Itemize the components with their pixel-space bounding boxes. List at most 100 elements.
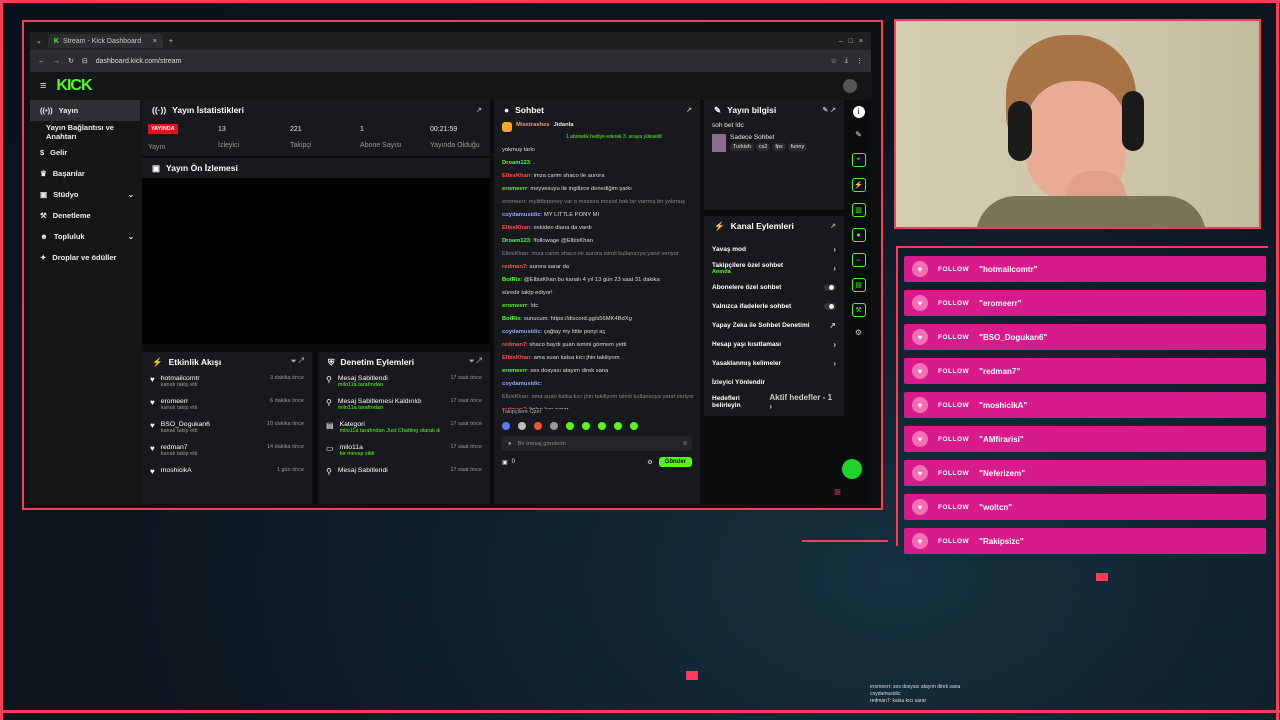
chat-username[interactable]: ElbisKhan (502, 355, 530, 361)
emote-icon[interactable] (518, 422, 526, 430)
chat-message[interactable]: ElbisKhan: eskiden diana da vardı (494, 222, 700, 235)
wrench-icon[interactable]: ⚒ (851, 303, 866, 317)
chat-username[interactable]: coydamusidic (502, 381, 541, 387)
list-item[interactable]: ▭ milo11a bir mesajı sildi 17 saat önce (318, 441, 490, 464)
window-close-icon[interactable]: × (859, 38, 863, 45)
emote-icon[interactable] (630, 422, 638, 430)
emote-icon[interactable] (598, 422, 606, 430)
chat-message[interactable]: eromeerr: !dc (494, 300, 700, 313)
close-icon[interactable]: × (153, 38, 157, 45)
list-item[interactable]: ▤ Kategori milo11a tarafından Just Chattin… (318, 418, 490, 441)
channel-action-row[interactable]: Hesap yaşı kısıtlaması › (704, 335, 844, 354)
list-item[interactable]: ♥ eromeerr kanalı takip etti 6 dakika önce (142, 395, 312, 418)
chat-message[interactable]: ElbisKhan: imza carim shaco ile aurora (494, 170, 700, 183)
avatar[interactable] (843, 79, 857, 93)
bookmark-star-icon[interactable]: ☆ (831, 57, 837, 65)
chat-message[interactable]: ElbisKhan: ama suan kalsa kıcı jhin taki… (494, 391, 700, 404)
chat-username[interactable]: eromeerr (502, 186, 527, 192)
toggle-switch[interactable] (824, 303, 836, 310)
sidebar-item-gelir[interactable]: $ Gelir (30, 142, 140, 163)
chat-message[interactable]: coydamusidic: MY LITTLE PONY MI (494, 209, 700, 222)
sidebar-item-stream-key[interactable]: Yayın Bağlantısı ve Anahtarı (30, 121, 140, 142)
kick-logo[interactable]: KICK (56, 77, 92, 95)
list-item[interactable]: ⚲ Mesaj Sabitlendi milo11a tarafından 17 sa… (318, 372, 490, 395)
sidebar-item-denetleme[interactable]: ⚒ Denetleme (30, 205, 140, 226)
minimize-icon[interactable]: – (839, 38, 843, 45)
back-icon[interactable]: ← (38, 58, 45, 65)
chat-message[interactable]: süredir takip ediyor! (494, 287, 700, 300)
settings-gear-icon[interactable]: ⚙ (846, 328, 871, 337)
channel-action-row[interactable]: İzleyici Yönlendir (704, 373, 844, 392)
chat-message[interactable]: redman7: aurora sarar da (494, 261, 700, 274)
emote-icon[interactable] (550, 422, 558, 430)
list-item[interactable]: ♥ hotmailcomtr kanalı takip etti 3 dakika ö… (142, 372, 312, 395)
channel-action-row[interactable]: Hedefleri belirleyin Aktif hedefler - 1 › (704, 392, 844, 411)
url-text[interactable]: dashboard.kick.com/stream (96, 58, 182, 65)
channel-action-row[interactable]: Yalnızca ifadelerle sohbet (704, 297, 844, 316)
emote-icon[interactable] (502, 422, 510, 430)
sidebar-item-studyo[interactable]: ▣ Stüdyo ⌄ (30, 184, 140, 205)
crosshair-icon[interactable]: ⌖ (851, 153, 866, 167)
channel-action-row[interactable]: Takipçilere özel sohbet Anında › (704, 259, 844, 278)
popout-icon[interactable]: ↗ (476, 106, 482, 114)
lightning-icon[interactable]: ⚡ (851, 178, 866, 192)
chat-username[interactable]: BotRix (502, 316, 521, 322)
filter-icon[interactable]: ⏷ ↗ (469, 358, 482, 366)
list-item[interactable]: ♥ BSO_Dogukan6 kanalı takip etti 10 dakika … (142, 418, 312, 441)
list-item[interactable]: ♥ moshicikA 1 gün önce (142, 464, 312, 487)
sidebar-item-basarilar[interactable]: ♛ Başarılar (30, 163, 140, 184)
chat-message[interactable]: eromeerr: meyvesuyu ile ingilizce denedi… (494, 183, 700, 196)
chevron-down-icon[interactable]: ⌄ (36, 37, 42, 45)
send-button[interactable]: Gönder (658, 457, 692, 467)
chat-username[interactable]: redman7 (502, 342, 526, 348)
chat-message[interactable]: redman7: shaco baydı şuan ismini görmem … (494, 339, 700, 352)
download-icon[interactable]: ⤓ (845, 57, 848, 65)
emote-icon[interactable] (614, 422, 622, 430)
sidebar-item-topluluk[interactable]: ☻ Topluluk ⌄ (30, 226, 140, 247)
chat-message[interactable]: BotRix: sunucum: https://discord.gg/s56M… (494, 313, 700, 326)
list-item[interactable]: ⚲ Mesaj Sabitlemesi Kaldırıldı milo11a tar… (318, 395, 490, 418)
chat-message[interactable]: eromeerr: ses dosyası atayım direk sana (494, 365, 700, 378)
browser-tab[interactable]: K Stream - Kick Dashboard × (47, 34, 163, 48)
hamburger-menu-icon[interactable]: ≡ (40, 80, 46, 92)
chat-username[interactable]: BotRix (502, 277, 521, 283)
new-tab-icon[interactable]: + (169, 38, 173, 45)
reload-icon[interactable]: ↻ (68, 57, 74, 65)
menu-dots-icon[interactable]: ⋮ (856, 57, 863, 65)
chat-message[interactable]: coydamusidic: çağtay my little ponyi aç (494, 326, 700, 339)
chat-message[interactable]: BotRix: @ElbisKhan bu kanalı 4 yıl 13 gü… (494, 274, 700, 287)
chat-username[interactable]: Droam123 (502, 160, 530, 166)
popout-icon[interactable]: ↗ (686, 106, 692, 114)
chat-username[interactable]: eromeerr (502, 303, 527, 309)
edit-icon[interactable]: ✎ ↗ (822, 106, 836, 114)
chat-username[interactable]: ElbisKhan (502, 225, 530, 231)
popout-icon[interactable]: ↗ (830, 222, 836, 230)
chat-username[interactable]: coydamusidic (502, 212, 541, 218)
channel-action-row[interactable]: Yavaş mod › (704, 240, 844, 259)
emote-icon[interactable] (534, 422, 542, 430)
chat-username[interactable]: redman7 (502, 264, 526, 270)
emote-icon[interactable] (566, 422, 574, 430)
maximize-icon[interactable]: □ (849, 38, 853, 45)
chat-message[interactable]: Droam123: . (494, 157, 700, 170)
forward-icon[interactable]: → (53, 58, 60, 65)
chat-bubble-icon[interactable]: ● (851, 228, 866, 242)
chat-message[interactable]: ElbisKhan: imza carim shaco ile aurora i… (494, 248, 700, 261)
emote-icon[interactable] (582, 422, 590, 430)
clipboard-icon[interactable]: ▤ (851, 278, 866, 292)
chat-message[interactable]: coydamusidic: (494, 378, 700, 391)
chat-username[interactable]: ElbisKhan (502, 173, 530, 179)
channel-action-row[interactable]: Yasaklanmış kelimeler › (704, 354, 844, 373)
filter-icon[interactable]: ⏷ ↗ (291, 358, 304, 366)
chat-username[interactable]: Droam123 (502, 238, 530, 244)
toggle-switch[interactable] (824, 284, 836, 291)
arrows-icon[interactable]: ⇔ (851, 253, 866, 267)
settings-gear-icon[interactable]: ⚙ (647, 459, 652, 466)
trash-icon[interactable]: ▥ (851, 203, 866, 217)
sidebar-item-droplar[interactable]: ✦ Droplar ve ödüller (30, 247, 140, 268)
site-info-icon[interactable]: ⊟ (82, 57, 88, 65)
chat-username[interactable]: coydamusidic (502, 329, 541, 335)
channel-action-row[interactable]: Yapay Zeka ile Sohbet Denetimi ↗ (704, 316, 844, 335)
chat-message[interactable]: eromeerr: mylittleponey var o messira mo… (494, 196, 700, 209)
info-icon[interactable]: i (852, 106, 865, 118)
